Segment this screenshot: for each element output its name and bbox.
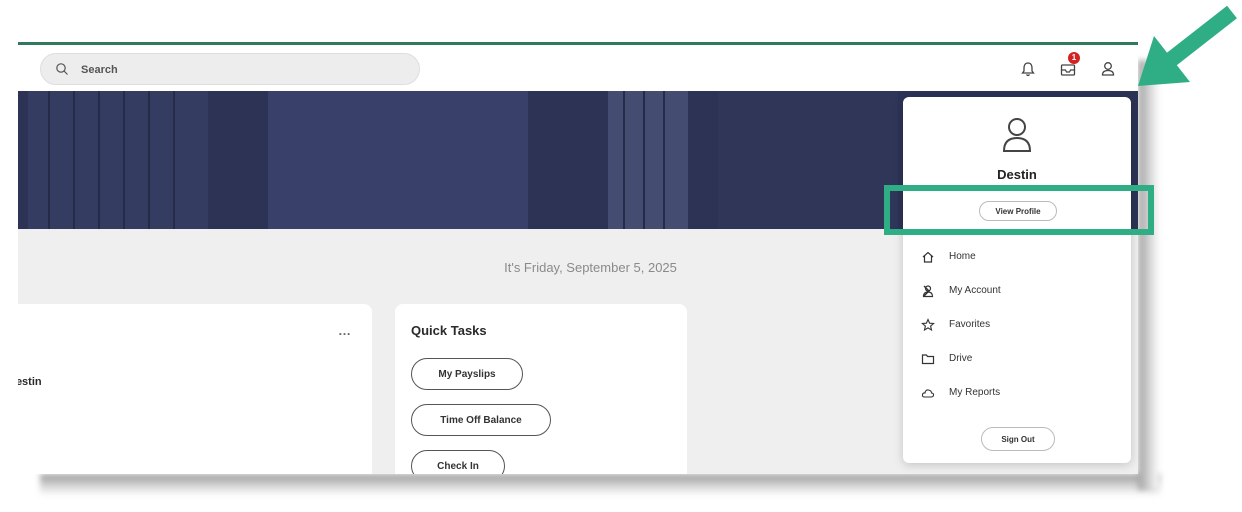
menu-item-home[interactable]: Home xyxy=(903,242,1131,272)
notification-badge: 1 xyxy=(1068,52,1080,64)
quick-tasks-title: Quick Tasks xyxy=(411,323,487,338)
annotation-arrow-icon xyxy=(1138,5,1237,86)
menu-item-label: Home xyxy=(949,251,976,262)
profile-name: Destin xyxy=(997,167,1037,182)
folder-icon xyxy=(921,354,935,365)
annotation-highlight-box xyxy=(884,185,1154,235)
menu-item-label: My Account xyxy=(949,285,1001,296)
more-options-button[interactable]: … xyxy=(338,323,352,338)
menu-item-my-reports[interactable]: My Reports xyxy=(903,378,1131,408)
user-greeting: Destin xyxy=(18,376,42,388)
chevron-right-icon xyxy=(923,285,930,297)
home-icon xyxy=(922,251,934,263)
menu-item-label: Favorites xyxy=(949,319,991,330)
menu-item-favorites[interactable]: Favorites xyxy=(903,310,1131,340)
user-avatar-icon xyxy=(1002,118,1032,152)
quick-tasks-card: Quick Tasks My Payslips Time Off Balance… xyxy=(395,304,687,474)
time-off-balance-button[interactable]: Time Off Balance xyxy=(411,404,551,436)
search-icon xyxy=(56,63,68,75)
app-window: 1 It's Friday, September 5, 2025 … Desti… xyxy=(18,42,1138,474)
cloud-icon xyxy=(921,389,935,398)
menu-item-my-account[interactable]: My Account xyxy=(903,276,1131,306)
top-bar: 1 xyxy=(18,45,1138,91)
menu-item-label: My Reports xyxy=(949,387,1001,398)
welcome-card: … Destin xyxy=(18,304,372,474)
sign-out-button[interactable]: Sign Out xyxy=(981,427,1055,451)
bell-icon[interactable] xyxy=(1018,59,1038,79)
screenshot-shadow xyxy=(40,474,1160,496)
star-icon xyxy=(921,318,935,332)
profile-menu: Destin View Profile Home My Account Favo… xyxy=(903,97,1131,463)
screenshot-shadow xyxy=(1138,60,1160,490)
menu-item-label: Drive xyxy=(949,353,973,364)
search-bar[interactable] xyxy=(40,53,420,85)
menu-item-drive[interactable]: Drive xyxy=(903,344,1131,374)
user-icon[interactable] xyxy=(1098,59,1118,79)
search-input[interactable] xyxy=(79,58,403,82)
my-payslips-button[interactable]: My Payslips xyxy=(411,358,523,390)
check-in-button[interactable]: Check In xyxy=(411,450,505,474)
